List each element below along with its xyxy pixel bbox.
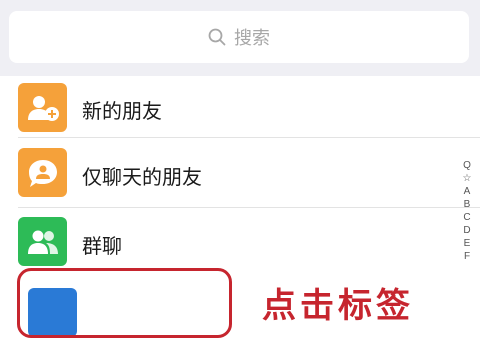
index-letter[interactable]: A [464, 185, 471, 198]
search-box[interactable]: 搜索 [9, 11, 469, 63]
new-friend-icon [18, 83, 67, 132]
index-letter[interactable]: B [464, 198, 471, 211]
search-placeholder: 搜索 [234, 28, 270, 49]
list-item-label: 仅聊天的朋友 [82, 165, 202, 189]
alphabet-index-bar[interactable]: Q ☆ A B C D E F [460, 159, 474, 263]
list-item-group-chats[interactable]: 群聊 [0, 208, 480, 274]
contacts-list: 新的朋友 仅聊天的朋友 群聊 [0, 76, 480, 274]
index-letter[interactable]: F [464, 250, 470, 263]
list-item-label: 群聊 [82, 234, 122, 258]
index-star-icon[interactable]: ☆ [463, 172, 472, 185]
list-item-chat-only-friends[interactable]: 仅聊天的朋友 [0, 138, 480, 208]
index-letter[interactable]: D [463, 224, 470, 237]
index-letter[interactable]: E [464, 237, 471, 250]
annotation-text: 点击标签 [262, 286, 414, 326]
search-icon [208, 28, 226, 46]
list-item-label: 新的朋友 [82, 99, 162, 123]
index-search-icon[interactable]: Q [463, 159, 471, 172]
annotation-highlight [17, 268, 232, 338]
list-item-new-friends[interactable]: 新的朋友 [0, 76, 480, 138]
search-area: 搜索 [0, 0, 480, 76]
index-letter[interactable]: C [463, 211, 470, 224]
chat-only-friend-icon [18, 148, 67, 197]
group-chat-icon [18, 217, 67, 266]
